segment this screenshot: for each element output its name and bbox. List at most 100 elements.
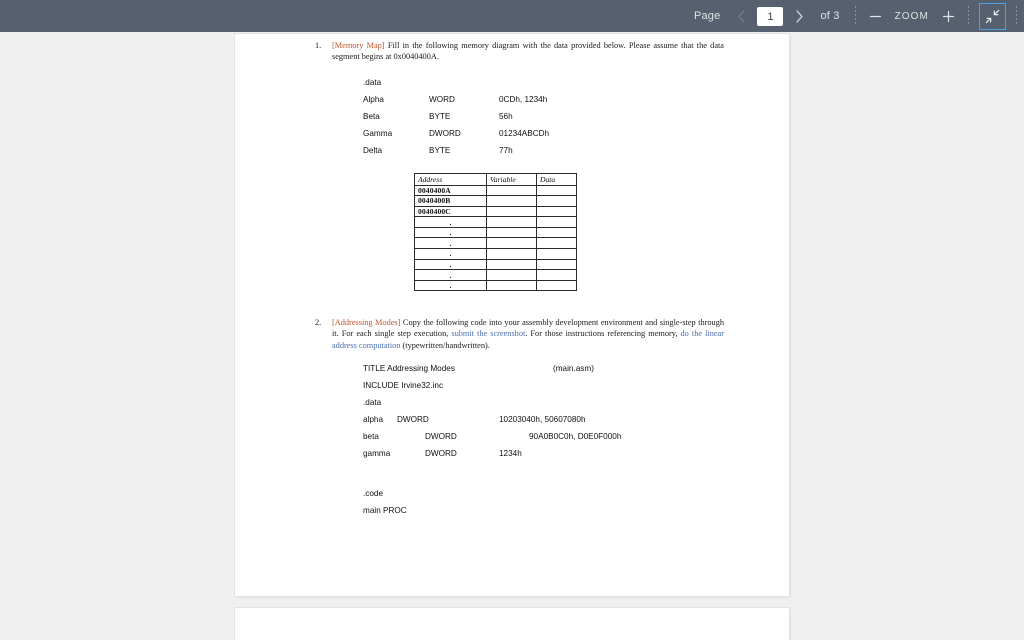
var-name: Delta <box>363 146 383 155</box>
toolbar-divider-2 <box>968 6 969 26</box>
table-header-row: Address Variable Data <box>414 173 577 186</box>
column-header-data: Data <box>536 173 577 186</box>
question-2-text: [Addressing Modes] Copy the following co… <box>332 317 724 351</box>
var-type: DWORD <box>429 129 461 138</box>
table-row: 0040400B <box>414 195 577 207</box>
var-name: Gamma <box>363 129 393 138</box>
cell-address-ellipsis: . <box>414 279 487 292</box>
table-row: . <box>414 226 577 239</box>
cell-address-ellipsis: . <box>414 269 487 281</box>
next-page-button[interactable] <box>786 0 812 32</box>
cell-variable[interactable] <box>486 205 537 218</box>
code-var-name: beta <box>363 432 379 441</box>
cell-data[interactable] <box>536 226 577 239</box>
question-1-body: Fill in the following memory diagram wit… <box>332 41 724 62</box>
cell-variable[interactable] <box>486 279 537 292</box>
plus-icon <box>942 10 954 22</box>
page-label: Page <box>693 10 721 22</box>
cell-address: 0040400C <box>414 205 487 218</box>
column-header-address: Address <box>414 173 487 186</box>
data-directive: .data <box>363 78 382 87</box>
cell-data[interactable] <box>536 184 577 197</box>
code-var-type: DWORD <box>425 432 457 441</box>
cell-data[interactable] <box>536 279 577 292</box>
code-var-name: alpha <box>363 415 384 424</box>
question-2-number: 2. <box>315 318 322 327</box>
question-1: 1. [Memory Map] Fill in the following me… <box>315 40 724 63</box>
var-name: Alpha <box>363 95 384 104</box>
table-row: . <box>414 258 577 271</box>
code-include-text: INCLUDE Irvine32.inc <box>363 381 444 390</box>
code-code-directive: .code <box>363 489 384 498</box>
code-title-text: TITLE Addressing Modes <box>363 364 455 373</box>
cell-variable[interactable] <box>486 226 537 239</box>
code-var-value: 10203040h, 50607080h <box>499 415 586 424</box>
cell-variable[interactable] <box>486 216 537 228</box>
cell-data[interactable] <box>536 216 577 228</box>
cell-variable[interactable] <box>486 184 537 197</box>
cell-address-ellipsis: . <box>414 258 487 271</box>
memory-diagram-table: Address Variable Data 0040400A 0040400B … <box>414 173 577 292</box>
table-row: . <box>414 216 577 228</box>
zoom-out-button[interactable] <box>863 0 889 32</box>
cell-data[interactable] <box>536 269 577 281</box>
question-2-link-1[interactable]: submit the screenshot <box>451 329 525 338</box>
cell-address-ellipsis: . <box>414 216 487 228</box>
question-2-tag: [Addressing Modes] <box>332 318 401 327</box>
cell-data[interactable] <box>536 248 577 260</box>
cell-variable[interactable] <box>486 237 537 250</box>
pdf-viewer-toolbar: Page 1 of 3 ZOOM <box>0 0 1024 32</box>
var-value: 56h <box>499 112 513 121</box>
zoom-group: ZOOM <box>863 0 961 32</box>
previous-page-button[interactable] <box>728 0 754 32</box>
question-1-number: 1. <box>315 41 322 50</box>
page-number-input[interactable]: 1 <box>757 6 784 26</box>
column-header-variable: Variable <box>486 173 537 186</box>
document-page-2 <box>235 608 789 640</box>
cell-data[interactable] <box>536 258 577 271</box>
var-name: Beta <box>363 112 380 121</box>
table-row: . <box>414 269 577 281</box>
var-type: WORD <box>429 95 455 104</box>
code-main-proc: main PROC <box>363 506 407 515</box>
cell-address: 0040400B <box>414 195 487 207</box>
page-navigation-group: Page 1 of 3 <box>686 0 848 32</box>
cell-data[interactable] <box>536 237 577 250</box>
cell-variable[interactable] <box>486 248 537 260</box>
cell-data[interactable] <box>536 195 577 207</box>
toolbar-divider-1 <box>854 6 856 26</box>
minus-icon <box>869 15 882 17</box>
document-scroll-area[interactable]: 1. [Memory Map] Fill in the following me… <box>0 32 1024 640</box>
code-data-directive: .data <box>363 398 382 407</box>
table-row: 0040400A <box>414 184 577 197</box>
table-row: . <box>414 237 577 250</box>
var-value: 77h <box>499 146 513 155</box>
code-title-file: (main.asm) <box>553 364 594 373</box>
var-type: BYTE <box>429 112 451 121</box>
total-pages-label: of 3 <box>820 10 840 22</box>
table-row: . <box>414 248 577 260</box>
cell-variable[interactable] <box>486 269 537 281</box>
exit-fullscreen-button[interactable] <box>979 2 1006 30</box>
var-value: 0CDh, 1234h <box>499 95 548 104</box>
question-2-part2: . For those instructions referencing mem… <box>525 329 681 339</box>
cell-data[interactable] <box>536 205 577 218</box>
cell-variable[interactable] <box>486 258 537 271</box>
cell-address-ellipsis: . <box>414 237 487 250</box>
code-var-type: DWORD <box>397 415 429 424</box>
cell-address-ellipsis: . <box>414 248 487 260</box>
zoom-label: ZOOM <box>894 10 929 22</box>
zoom-in-button[interactable] <box>935 0 961 32</box>
chevron-right-icon <box>796 9 803 23</box>
question-1-tag: [Memory Map] <box>332 41 385 50</box>
cell-address-ellipsis: . <box>414 226 487 239</box>
question-2-part3: (typewritten/handwritten). <box>400 340 490 350</box>
toolbar-divider-3 <box>1016 6 1017 26</box>
cell-variable[interactable] <box>486 195 537 207</box>
code-var-value: 1234h <box>499 449 522 458</box>
chevron-left-icon <box>738 9 745 23</box>
code-var-value: 90A0B0C0h, D0E0F000h <box>529 432 622 441</box>
question-1-text: [Memory Map] Fill in the following memor… <box>332 40 724 63</box>
code-var-type: DWORD <box>425 449 457 458</box>
document-page-1: 1. [Memory Map] Fill in the following me… <box>235 34 789 596</box>
